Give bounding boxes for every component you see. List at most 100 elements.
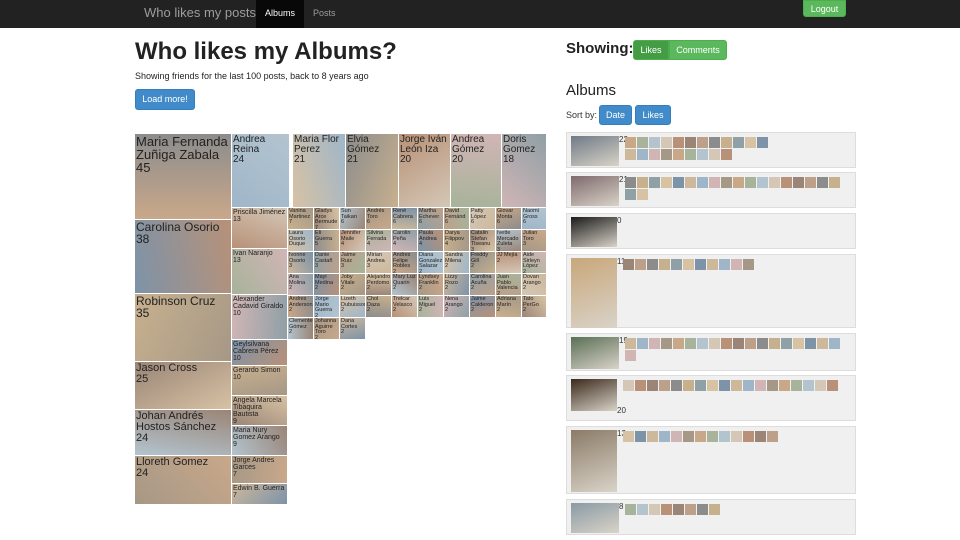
liker-avatar[interactable]: [697, 137, 708, 148]
friend-tile[interactable]: Lizzy Rozo 2: [444, 274, 470, 296]
liker-avatar[interactable]: [733, 338, 744, 349]
liker-avatar[interactable]: [827, 380, 838, 391]
friend-tile[interactable]: Jaime Ruiz 3: [340, 252, 366, 274]
liker-avatar[interactable]: [743, 380, 754, 391]
liker-avatar[interactable]: [671, 380, 682, 391]
friend-tile[interactable]: Jaime Calderon 2: [470, 296, 496, 318]
liker-avatar[interactable]: [709, 177, 720, 188]
album-cover-image[interactable]: [571, 217, 617, 247]
liker-avatar[interactable]: [829, 177, 840, 188]
friend-tile[interactable]: Dana Cortes 2: [340, 318, 366, 340]
liker-avatar[interactable]: [623, 259, 634, 270]
liker-avatar[interactable]: [721, 177, 732, 188]
liker-avatar[interactable]: [781, 177, 792, 188]
liker-avatar[interactable]: [709, 137, 720, 148]
friend-tile[interactable]: Maria Flor Perez 21: [293, 134, 346, 208]
friend-tile[interactable]: Sandra Milena 2: [444, 252, 470, 274]
liker-avatar[interactable]: [625, 504, 636, 515]
friend-tile[interactable]: Chol Daza 2: [366, 296, 392, 318]
friend-tile[interactable]: Vanina Martinez 7: [288, 208, 314, 230]
liker-avatar[interactable]: [731, 431, 742, 442]
friend-tile[interactable]: David Fernánd 6: [444, 208, 470, 230]
liker-avatar[interactable]: [805, 177, 816, 188]
friend-tile[interactable]: Gladys Arce Bermude 7: [314, 208, 340, 230]
load-more-button[interactable]: Load more!: [135, 89, 195, 110]
album-cover-image[interactable]: [571, 503, 619, 533]
friend-tile[interactable]: Sun Taikan 6: [340, 208, 366, 230]
liker-avatar[interactable]: [649, 149, 660, 160]
friend-tile[interactable]: Carolin Peña 4: [392, 230, 418, 252]
liker-avatar[interactable]: [817, 177, 828, 188]
liker-avatar[interactable]: [649, 137, 660, 148]
liker-avatar[interactable]: [709, 338, 720, 349]
liker-avatar[interactable]: [695, 259, 706, 270]
friend-tile[interactable]: Giovar Monta 6: [496, 208, 522, 230]
liker-avatar[interactable]: [757, 338, 768, 349]
album-item[interactable]: 20: [566, 375, 856, 421]
friend-tile[interactable]: Jorge Iván León Iza 20: [399, 134, 451, 208]
album-item[interactable]: 0: [566, 213, 856, 249]
liker-avatar[interactable]: [695, 380, 706, 391]
liker-avatar[interactable]: [707, 380, 718, 391]
liker-avatar[interactable]: [637, 189, 648, 200]
liker-avatar[interactable]: [683, 380, 694, 391]
liker-avatar[interactable]: [635, 431, 646, 442]
album-item[interactable]: 8: [566, 499, 856, 535]
liker-avatar[interactable]: [745, 338, 756, 349]
liker-avatar[interactable]: [697, 177, 708, 188]
liker-avatar[interactable]: [625, 189, 636, 200]
liker-avatar[interactable]: [719, 259, 730, 270]
liker-avatar[interactable]: [755, 431, 766, 442]
friend-tile[interactable]: Alexander Cadavid Giraldo 10: [232, 295, 288, 340]
liker-avatar[interactable]: [769, 177, 780, 188]
friend-tile[interactable]: Johanna Aguirre Toro 2: [314, 318, 340, 340]
friend-tile[interactable]: Laura Osorio Duque: [288, 230, 314, 252]
friend-tile[interactable]: Andres Anderson 2: [288, 296, 314, 318]
liker-avatar[interactable]: [721, 137, 732, 148]
liker-avatar[interactable]: [733, 177, 744, 188]
liker-avatar[interactable]: [791, 380, 802, 391]
liker-avatar[interactable]: [661, 338, 672, 349]
friend-tile[interactable]: Lloreth Gomez 24: [135, 456, 232, 505]
friend-tile[interactable]: Johan Andrés Hostos Sánchez 24: [135, 410, 232, 456]
friend-tile[interactable]: Doris Gomez 18: [502, 134, 547, 208]
liker-avatar[interactable]: [745, 137, 756, 148]
friend-tile[interactable]: Andrés Toro 6: [366, 208, 392, 230]
friend-tile[interactable]: Danie Castañ 3: [314, 252, 340, 274]
album-item[interactable]: 21: [566, 172, 856, 208]
friend-tile[interactable]: Maria Fernanda Zuñiga Zabala 45: [135, 134, 232, 220]
liker-avatar[interactable]: [743, 431, 754, 442]
friend-tile[interactable]: Edwin B. Guerra 7: [232, 484, 288, 505]
liker-avatar[interactable]: [673, 149, 684, 160]
friend-tile[interactable]: Catalin Stefan Tiseanu 3: [470, 230, 496, 252]
liker-avatar[interactable]: [769, 338, 780, 349]
friend-tile[interactable]: Elvia Gómez 21: [346, 134, 399, 208]
friend-tile[interactable]: Mirian Andrea 3: [366, 252, 392, 274]
liker-avatar[interactable]: [803, 380, 814, 391]
liker-avatar[interactable]: [659, 259, 670, 270]
friend-tile[interactable]: Robinson Cruz 35: [135, 294, 232, 362]
friend-tile[interactable]: Angela Marcela Tibaquira Bautista 9: [232, 396, 288, 426]
liker-avatar[interactable]: [659, 431, 670, 442]
liker-avatar[interactable]: [719, 431, 730, 442]
friend-tile[interactable]: Jorge Mario Guerra 2: [314, 296, 340, 318]
friend-tile[interactable]: Eli Guerra 5: [314, 230, 340, 252]
friend-tile[interactable]: Diana Gonzalez Salazar 2: [418, 252, 444, 274]
friend-tile[interactable]: Adriana Marín 2: [496, 296, 522, 318]
liker-avatar[interactable]: [685, 504, 696, 515]
friend-tile[interactable]: Andrea Reina 24: [232, 134, 290, 208]
liker-avatar[interactable]: [637, 338, 648, 349]
liker-avatar[interactable]: [697, 149, 708, 160]
liker-avatar[interactable]: [623, 431, 634, 442]
liker-avatar[interactable]: [707, 431, 718, 442]
liker-avatar[interactable]: [673, 338, 684, 349]
liker-avatar[interactable]: [757, 177, 768, 188]
liker-avatar[interactable]: [685, 177, 696, 188]
liker-avatar[interactable]: [685, 149, 696, 160]
album-cover-image[interactable]: [571, 379, 617, 411]
liker-avatar[interactable]: [767, 431, 778, 442]
liker-avatar[interactable]: [781, 338, 792, 349]
nav-posts[interactable]: Posts: [304, 0, 345, 28]
liker-avatar[interactable]: [683, 259, 694, 270]
liker-avatar[interactable]: [695, 431, 706, 442]
